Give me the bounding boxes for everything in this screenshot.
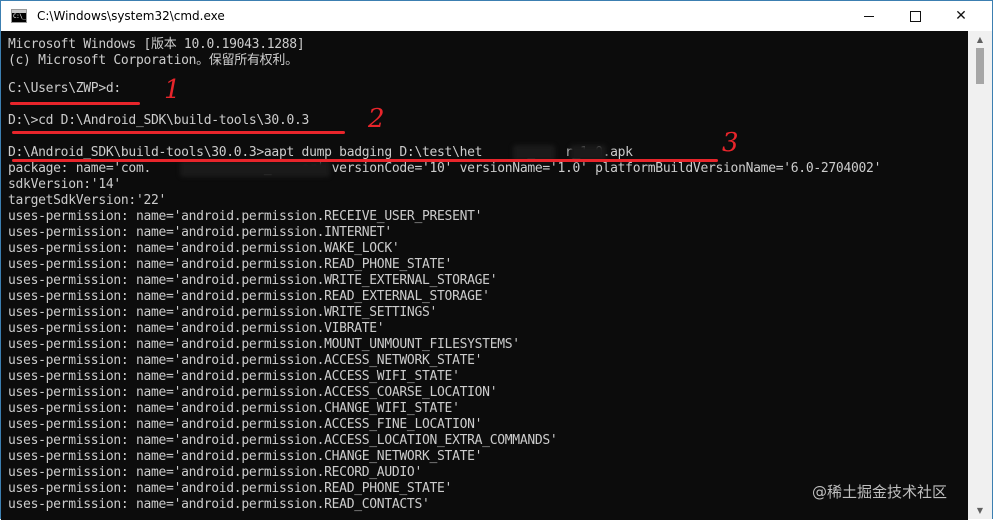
console-line: Microsoft Windows [版本 10.0.19043.1288] [8,37,305,52]
window-title: C:\Windows\system32\cmd.exe [37,9,225,23]
scrollbar-thumb[interactable] [976,48,984,84]
console-line: uses-permission: name='android.permissio… [8,241,400,256]
title-bar[interactable]: C:\Windows\system32\cmd.exe ✕ [1,1,992,31]
console-line: uses-permission: name='android.permissio… [8,225,392,240]
annotation-underline-1 [10,102,140,105]
watermark: @稀土掘金技术社区 [812,483,948,501]
console-line: package: name='com. _ er' versionCode='1… [8,161,882,176]
console-output[interactable]: Microsoft Windows [版本 10.0.19043.1288] (c… [1,31,968,520]
console-line: uses-permission: name='android.permissio… [8,305,438,320]
console-line: uses-permission: name='android.permissio… [8,353,483,368]
console-line: uses-permission: name='android.permissio… [8,321,385,336]
redaction-blur [180,161,330,177]
vertical-scrollbar[interactable]: ▲ ▼ [968,31,992,519]
console-line: C:\Users\ZWP>d: [8,81,121,96]
cmd-app-icon[interactable] [11,9,27,23]
scroll-up-arrow-icon[interactable]: ▲ [968,31,992,48]
console-line: uses-permission: name='android.permissio… [8,257,453,272]
minimize-button[interactable] [846,1,892,31]
console-line: uses-permission: name='android.permissio… [8,369,460,384]
close-icon: ✕ [955,8,967,24]
console-line: uses-permission: name='android.permissio… [8,449,483,464]
annotation-number-1: 1 [164,75,181,105]
close-button[interactable]: ✕ [938,1,984,31]
console-line: uses-permission: name='android.permissio… [8,401,460,416]
annotation-underline-3 [12,159,718,162]
console-line: uses-permission: name='android.permissio… [8,433,558,448]
scroll-down-arrow-icon[interactable]: ▼ [968,502,992,519]
maximize-icon [909,10,921,22]
console-line: uses-permission: name='android.permissio… [8,289,490,304]
console-line: uses-permission: name='android.permissio… [8,273,498,288]
console-line: uses-permission: name='android.permissio… [8,209,483,224]
minimize-icon [864,15,874,17]
annotation-number-3: 3 [722,128,739,158]
annotation-number-2: 2 [368,104,385,134]
console-line: uses-permission: name='android.permissio… [8,481,453,496]
console-line: uses-permission: name='android.permissio… [8,497,430,512]
console-line: uses-permission: name='android.permissio… [8,385,498,400]
console-line: D:\>cd D:\Android_SDK\build-tools\30.0.3 [8,113,310,128]
console-line: (c) Microsoft Corporation。保留所有权利。 [8,53,298,68]
console-line: uses-permission: name='android.permissio… [8,417,483,432]
maximize-button[interactable] [892,1,938,31]
annotation-underline-2 [12,131,345,134]
cmd-window: C:\Windows\system32\cmd.exe ✕ Microsoft … [0,0,993,520]
console-line: targetSdkVersion:'22' [8,193,167,208]
console-line: uses-permission: name='android.permissio… [8,337,520,352]
console-line: sdkVersion:'14' [8,177,121,192]
console-line: uses-permission: name='android.permissio… [8,465,422,480]
